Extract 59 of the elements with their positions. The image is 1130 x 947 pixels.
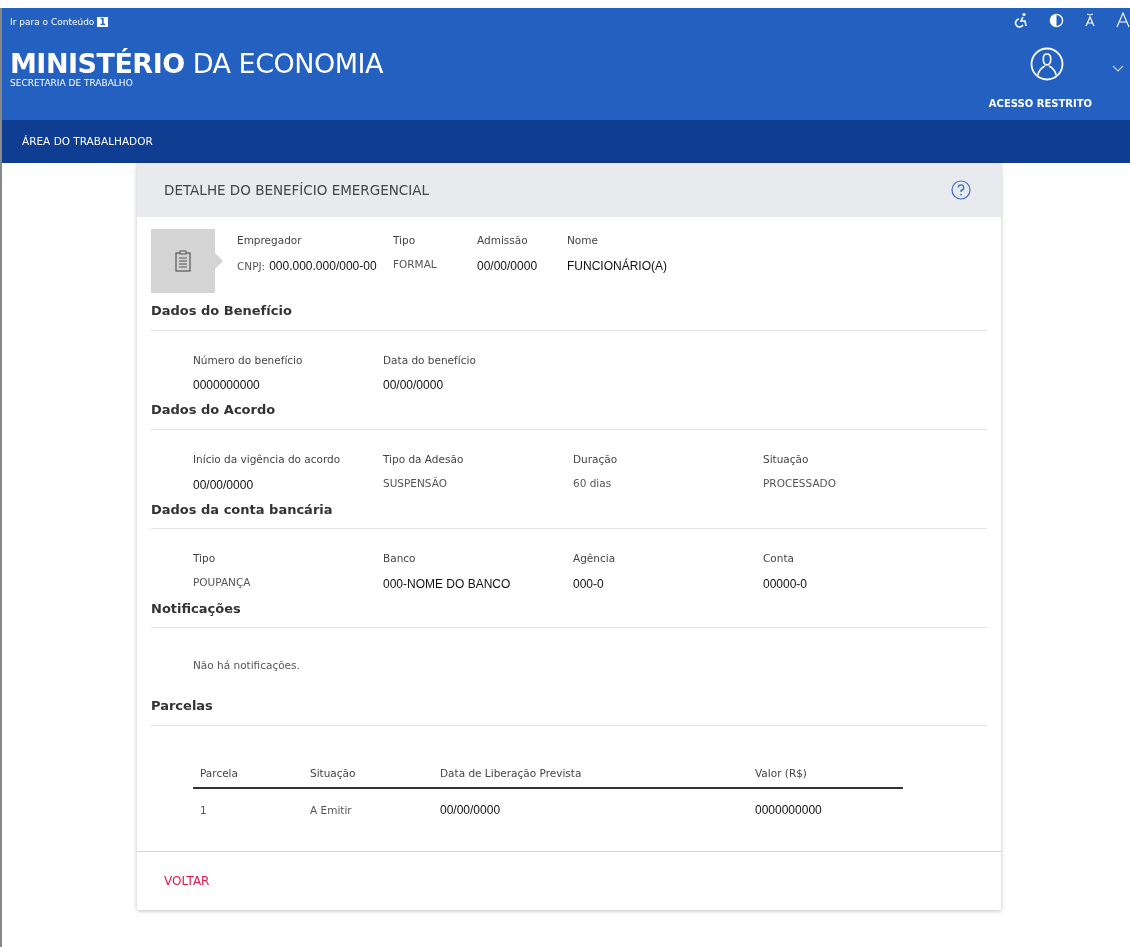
section-title: Dados da conta bancária	[151, 499, 987, 529]
field-label: Banco	[383, 551, 417, 566]
table-cell: 00/00/0000	[440, 803, 501, 818]
field-value: 00/00/0000	[193, 476, 255, 494]
column-header: Data de Liberação Prevista	[433, 759, 748, 789]
chevron-down-icon[interactable]	[1112, 65, 1124, 73]
help-icon[interactable]	[951, 180, 971, 200]
column-header: Parcela	[193, 759, 303, 789]
table-cell: 1	[200, 804, 207, 817]
field-label: Nome	[567, 233, 599, 248]
column-header: Valor (R$)	[748, 759, 903, 789]
font-increase-icon[interactable]	[1116, 12, 1130, 28]
shortcut-key: 1	[97, 17, 108, 27]
access-label: ACESSO RESTRITO	[988, 97, 1092, 111]
table-cell: A Emitir	[310, 804, 352, 817]
field-value: 000-0	[573, 575, 605, 593]
field-label: Admissão	[477, 233, 529, 248]
notice-text: Não há notificações.	[192, 658, 301, 674]
field-label: Número do benefício	[193, 352, 304, 368]
contrast-icon[interactable]	[1049, 12, 1064, 28]
field-label: Empregador	[237, 233, 303, 248]
field-value: 00/00/0000	[383, 377, 445, 395]
field-label: Situação	[763, 451, 810, 467]
field-prefix: CNPJ:	[237, 258, 266, 274]
section-title: Parcelas	[151, 696, 987, 726]
field-value: 000-NOME DO BANCO	[383, 575, 512, 593]
font-decrease-icon[interactable]	[1084, 13, 1096, 27]
field-label: Tipo	[393, 233, 417, 248]
field-value: 00000-0	[763, 575, 809, 593]
field-label: Agência	[573, 551, 617, 566]
field-value: PROCESSADO	[763, 475, 837, 491]
column-header: Situação	[303, 759, 433, 789]
section-title: Dados do Acordo	[151, 400, 987, 430]
user-avatar-icon[interactable]	[1030, 47, 1064, 81]
field-label: Tipo da Adesão	[383, 451, 465, 467]
field-value: SUSPENSÃO	[383, 475, 448, 491]
field-label: Início da vigência do acordo	[193, 451, 342, 467]
field-value: FUNCIONÁRIO(A)	[567, 257, 667, 275]
table-cell: 0000000000	[755, 803, 822, 818]
field-label: Tipo	[193, 551, 217, 566]
field-label: Data do benefício	[383, 352, 477, 368]
section-title: Notificações	[151, 598, 987, 629]
field-label: Duração	[573, 451, 619, 467]
field-value: 0000000000	[193, 377, 261, 395]
field-label: Conta	[763, 551, 795, 566]
ministry-title: MINISTÉRIO DA ECONOMIA	[9, 49, 383, 77]
field-value: POUPANÇA	[193, 574, 252, 590]
accessibility-icon[interactable]	[1013, 12, 1029, 28]
field-value: 60 dias	[573, 475, 613, 491]
nav-link[interactable]: ÁREA DO TRABALHADOR	[22, 133, 153, 150]
field-value: FORMAL	[393, 256, 437, 272]
field-value: 00/00/0000	[477, 257, 538, 275]
field-value: 000.000.000/000-00	[269, 257, 377, 275]
back-button[interactable]: VOLTAR	[164, 872, 210, 891]
secretaria-subtitle: SECRETARIA DE TRABALHO	[9, 76, 134, 90]
clipboard-icon	[175, 250, 191, 272]
card-title: DETALHE DO BENEFÍCIO EMERGENCIAL	[164, 180, 429, 200]
section-title: Dados do Benefício	[151, 301, 987, 331]
skip-link[interactable]: Ir para o Conteúdo	[10, 17, 95, 27]
